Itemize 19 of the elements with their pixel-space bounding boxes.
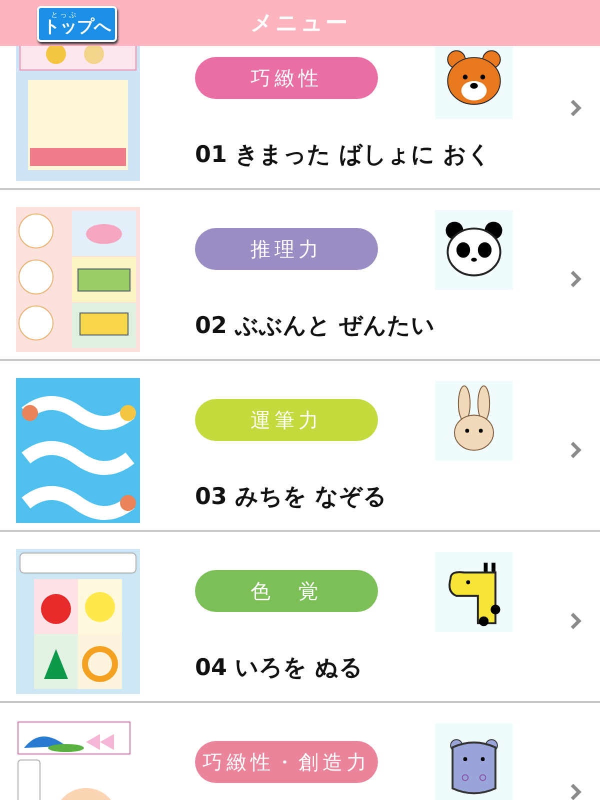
giraffe-icon	[435, 552, 513, 632]
category-tag: 巧緻性	[195, 57, 378, 99]
menu-item-title[interactable]: 03 みちを なぞる	[195, 481, 515, 512]
category-tag: 巧緻性・創造力	[195, 741, 378, 783]
category-tag: 推理力	[195, 228, 378, 270]
menu-item-title[interactable]: 01 きまった ばしょに おく	[195, 139, 515, 170]
chevron-icon[interactable]	[570, 612, 582, 630]
panda-icon	[435, 210, 513, 290]
chevron-icon[interactable]	[570, 270, 582, 288]
chevron-icon[interactable]	[570, 441, 582, 459]
menu-item-title[interactable]: 04 いろを ぬる	[195, 652, 515, 683]
hippo-icon	[435, 723, 513, 800]
menu-item-title[interactable]: 02 ぶぶんと ぜんたい	[195, 310, 515, 341]
category-tag: 運筆力	[195, 399, 378, 441]
screen-title: メニュー	[250, 10, 350, 38]
chevron-icon[interactable]	[570, 783, 582, 800]
chevron-icon[interactable]	[570, 99, 582, 117]
rabbit-icon	[435, 381, 513, 461]
category-tag: 色 覚	[195, 570, 378, 612]
